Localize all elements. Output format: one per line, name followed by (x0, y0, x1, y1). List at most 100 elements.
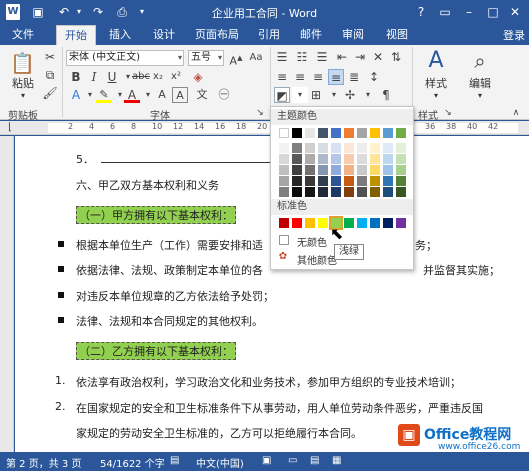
page-count[interactable]: 第 2 页，共 3 页 (6, 455, 81, 470)
theme-color-swatch[interactable] (344, 128, 354, 138)
bullets-icon[interactable]: ☰ (274, 49, 290, 65)
shading-dropdown-icon[interactable]: ▾ (292, 87, 308, 103)
horizontal-ruler[interactable]: ⌊ 24681012141618202224262830323436384042 (0, 121, 529, 135)
standard-color-swatch[interactable] (305, 218, 315, 228)
theme-shade-swatch[interactable] (370, 176, 380, 186)
theme-shade-swatch[interactable] (396, 165, 406, 175)
ribbon-options-icon[interactable]: ▭ (436, 4, 454, 20)
theme-shade-swatch[interactable] (318, 187, 328, 197)
theme-shade-swatch[interactable] (344, 165, 354, 175)
font-name-combo[interactable]: 宋体 (中文正文) ▾ (66, 50, 184, 66)
chevron-down-icon[interactable]: ▾ (430, 89, 442, 103)
theme-shade-swatch[interactable] (357, 187, 367, 197)
tab-mailings[interactable]: 邮件 (292, 25, 330, 45)
theme-color-swatch[interactable] (357, 128, 367, 138)
asian-layout-icon[interactable]: ✢ (342, 87, 358, 103)
theme-shade-swatch[interactable] (331, 187, 341, 197)
bold-icon[interactable]: B (68, 69, 84, 85)
justify-icon[interactable]: ≡ (328, 69, 344, 85)
tab-review[interactable]: 审阅 (334, 25, 372, 45)
find-icon[interactable]: ⌕ (468, 49, 492, 73)
tab-references[interactable]: 引用 (250, 25, 288, 45)
collapse-ribbon-icon[interactable]: ∧ (508, 105, 524, 121)
align-center-icon[interactable]: ≡ (292, 69, 308, 85)
theme-shade-swatch[interactable] (318, 154, 328, 164)
font-size-combo[interactable]: 五号 ▾ (188, 50, 224, 66)
read-mode-icon[interactable]: ▭ (288, 455, 297, 466)
theme-shade-swatch[interactable] (305, 143, 315, 153)
tab-view[interactable]: 视图 (378, 25, 416, 45)
theme-shade-swatch[interactable] (357, 154, 367, 164)
close-icon[interactable]: ✕ (506, 4, 524, 20)
font-color-icon[interactable]: A (124, 87, 140, 103)
standard-color-swatch[interactable] (279, 218, 289, 228)
tab-selector-icon[interactable]: ⌊ (2, 120, 18, 136)
theme-color-swatch[interactable] (318, 128, 328, 138)
multilevel-list-icon[interactable]: ☰ (314, 49, 330, 65)
standard-color-swatch[interactable] (370, 218, 380, 228)
theme-shade-swatch[interactable] (331, 143, 341, 153)
change-case-icon[interactable]: Aa (248, 50, 264, 66)
theme-shade-swatch[interactable] (279, 154, 289, 164)
theme-shade-swatch[interactable] (396, 154, 406, 164)
tab-insert[interactable]: 插入 (100, 25, 140, 45)
clear-formatting-icon[interactable]: ◈ (190, 69, 206, 85)
tab-page-layout[interactable]: 页面布局 (188, 25, 246, 45)
theme-color-swatch[interactable] (305, 128, 315, 138)
tab-home[interactable]: 开始 (56, 25, 96, 45)
italic-icon[interactable]: I (86, 69, 102, 85)
chevron-down-icon[interactable]: ▾ (360, 87, 376, 103)
theme-shade-swatch[interactable] (292, 187, 302, 197)
theme-shade-swatch[interactable] (305, 176, 315, 186)
theme-color-swatch[interactable] (331, 128, 341, 138)
copy-icon[interactable]: ⧉ (42, 67, 58, 83)
theme-shade-swatch[interactable] (318, 143, 328, 153)
styles-dialog-launcher-icon[interactable]: ↘ (440, 105, 456, 121)
theme-shade-swatch[interactable] (370, 154, 380, 164)
help-button[interactable]: ? (412, 4, 430, 20)
theme-shade-swatch[interactable] (279, 165, 289, 175)
maximize-icon[interactable]: □ (484, 4, 502, 20)
align-left-icon[interactable]: ≡ (274, 69, 290, 85)
paste-dropdown-icon[interactable]: ▾ (16, 89, 30, 103)
theme-shade-swatch[interactable] (292, 143, 302, 153)
standard-color-swatch[interactable] (383, 218, 393, 228)
standard-color-swatch[interactable] (357, 218, 367, 228)
theme-shade-swatch[interactable] (344, 143, 354, 153)
web-layout-icon[interactable]: ▦ (332, 455, 341, 466)
theme-shade-swatch[interactable] (292, 165, 302, 175)
theme-color-swatch[interactable] (396, 128, 406, 138)
theme-shade-swatch[interactable] (279, 176, 289, 186)
theme-shade-swatch[interactable] (370, 187, 380, 197)
enclose-char-icon[interactable]: ㊀ (216, 87, 232, 103)
align-right-icon[interactable]: ≡ (310, 69, 326, 85)
tab-file[interactable]: 文件 (0, 25, 46, 45)
chevron-down-icon[interactable]: ▾ (178, 51, 182, 65)
sort-icon[interactable]: ⇅ (388, 49, 404, 65)
proofing-icon[interactable]: ▤ (170, 455, 179, 466)
format-painter-icon[interactable]: 🖌 (42, 85, 58, 101)
superscript-icon[interactable]: x² (168, 69, 184, 85)
theme-shade-swatch[interactable] (305, 187, 315, 197)
char-border-icon[interactable]: A (172, 87, 188, 103)
minimize-icon[interactable]: – (460, 4, 478, 20)
grow-font-icon[interactable]: A▲ (228, 50, 244, 68)
theme-shade-swatch[interactable] (279, 187, 289, 197)
underline-icon[interactable]: U (104, 69, 120, 85)
shading-icon[interactable]: ◩ (274, 87, 290, 103)
phonetic-guide-icon[interactable]: 文 (194, 87, 210, 103)
word-count[interactable]: 54/1622 个字 (100, 455, 165, 470)
theme-shade-swatch[interactable] (396, 176, 406, 186)
increase-indent-icon[interactable]: ⇥ (352, 49, 368, 65)
char-shading-icon[interactable]: A (154, 87, 170, 103)
theme-shade-swatch[interactable] (357, 176, 367, 186)
theme-shade-swatch[interactable] (383, 187, 393, 197)
theme-shade-swatch[interactable] (305, 154, 315, 164)
theme-shade-swatch[interactable] (357, 143, 367, 153)
no-color-option[interactable]: 无颜色 (297, 234, 327, 249)
theme-shade-swatch[interactable] (396, 187, 406, 197)
standard-color-swatch[interactable] (292, 218, 302, 228)
strikethrough-icon[interactable]: abc (132, 69, 150, 85)
theme-shade-swatch[interactable] (357, 165, 367, 175)
paste-icon[interactable]: 📋 (10, 51, 35, 75)
